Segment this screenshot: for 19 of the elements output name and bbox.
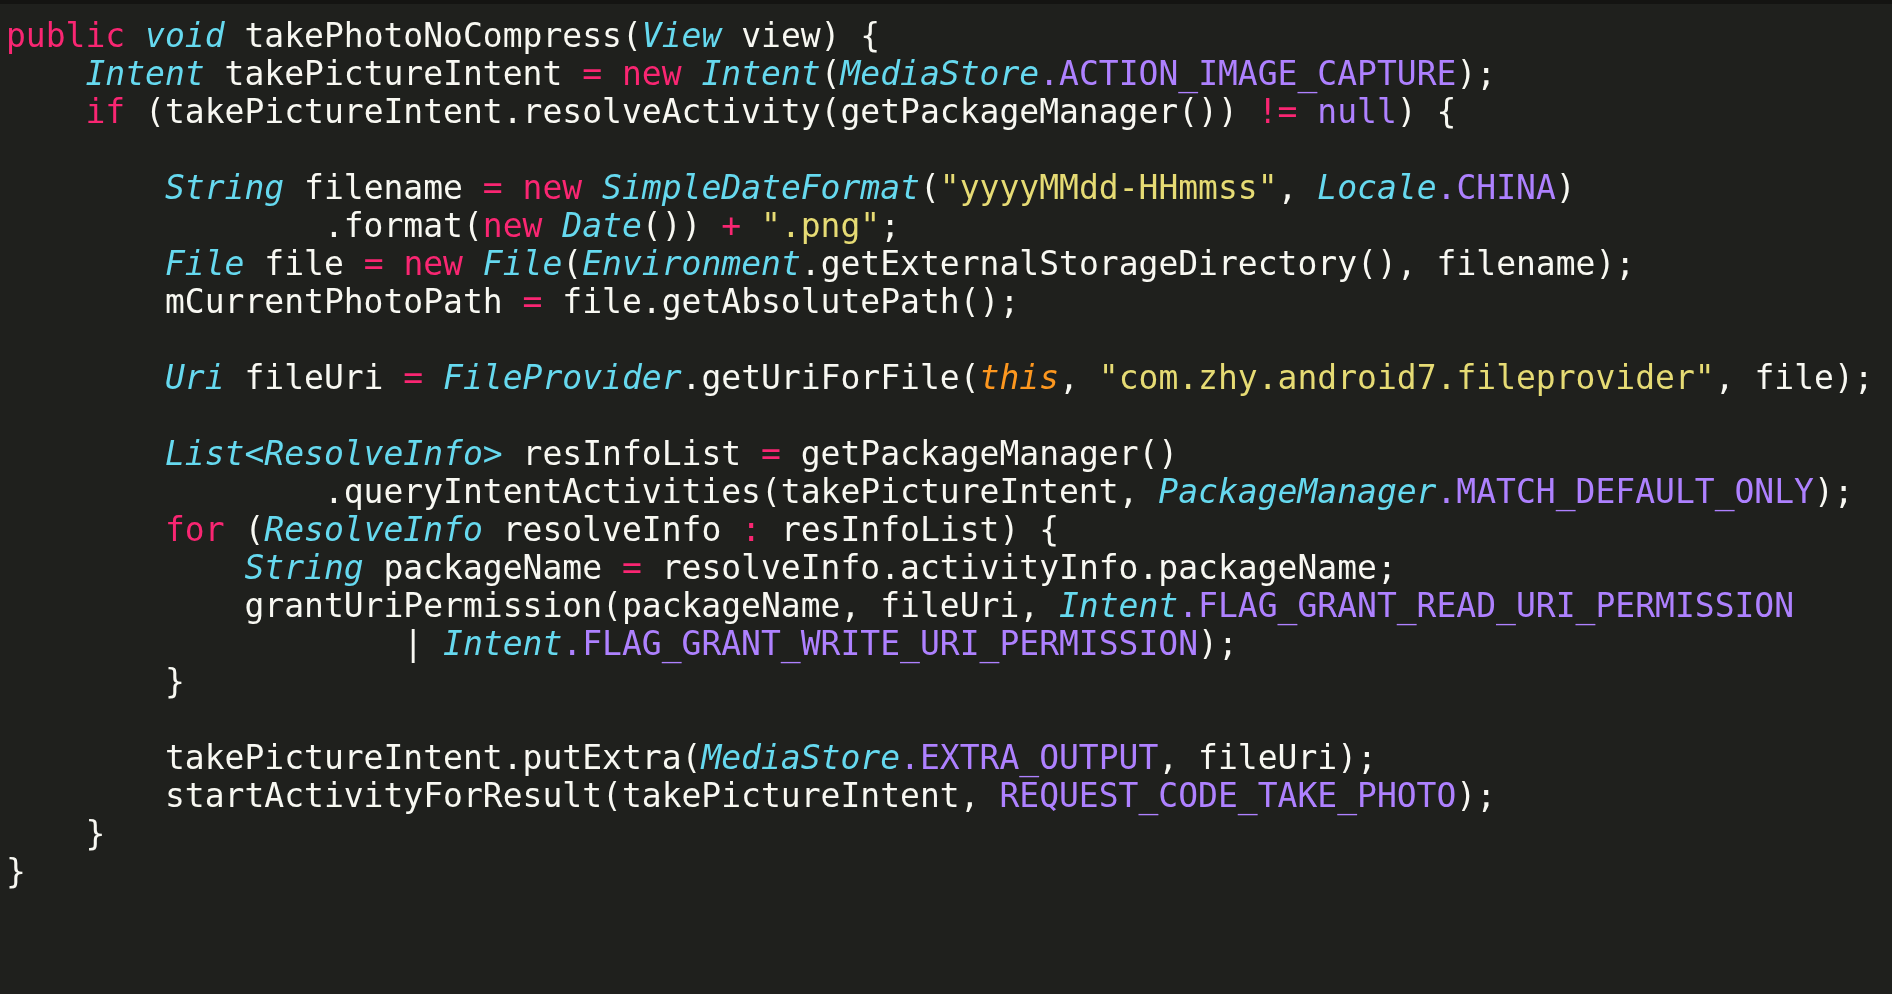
code-line: .format(new Date()) + ".png"; — [322, 207, 901, 245]
code-line: mCurrentPhotoPath = file.getAbsolutePath(); — [163, 283, 1020, 321]
code-line: | Intent.FLAG_GRANT_WRITE_URI_PERMISSION); — [402, 625, 1238, 663]
code-line: Uri fileUri = FileProvider.getUriForFile(this, "com.zhy.android7.fileprovider", file); — [163, 359, 1874, 397]
code-line: for (ResolveInfo resolveInfo : resInfoList) { — [163, 511, 1060, 549]
code-line: takePictureIntent.putExtra(MediaStore.EXTRA_OUTPUT, fileUri); — [163, 739, 1377, 777]
code-line: .queryIntentActivities(takePictureIntent, PackageManager.MATCH_DEFAULT_ONLY); — [322, 473, 1854, 511]
code-line: Intent takePictureIntent = new Intent(MediaStore.ACTION_IMAGE_CAPTURE); — [84, 55, 1497, 93]
code-line: String filename = new SimpleDateFormat("yyyyMMdd-HHmmss", Locale.CHINA) — [163, 169, 1576, 207]
code-line: } — [6, 853, 26, 891]
code-line: } — [163, 663, 185, 701]
code-line: List<ResolveInfo> resInfoList = getPackageManager() — [163, 435, 1179, 473]
code-line: if (takePictureIntent.resolveActivity(getPackageManager()) != null) { — [84, 93, 1457, 131]
code-line: } — [84, 815, 106, 853]
code-line: startActivityForResult(takePictureIntent, REQUEST_CODE_TAKE_PHOTO); — [163, 777, 1497, 815]
code-line: grantUriPermission(packageName, fileUri, Intent.FLAG_GRANT_READ_URI_PERMISSION — [243, 587, 1795, 625]
code-line: File file = new File(Environment.getExternalStorageDirectory(), filename); — [163, 245, 1636, 283]
code-line: public void takePhotoNoCompress(View view) { — [6, 17, 881, 55]
code-line: String packageName = resolveInfo.activityInfo.packageName; — [243, 549, 1397, 587]
